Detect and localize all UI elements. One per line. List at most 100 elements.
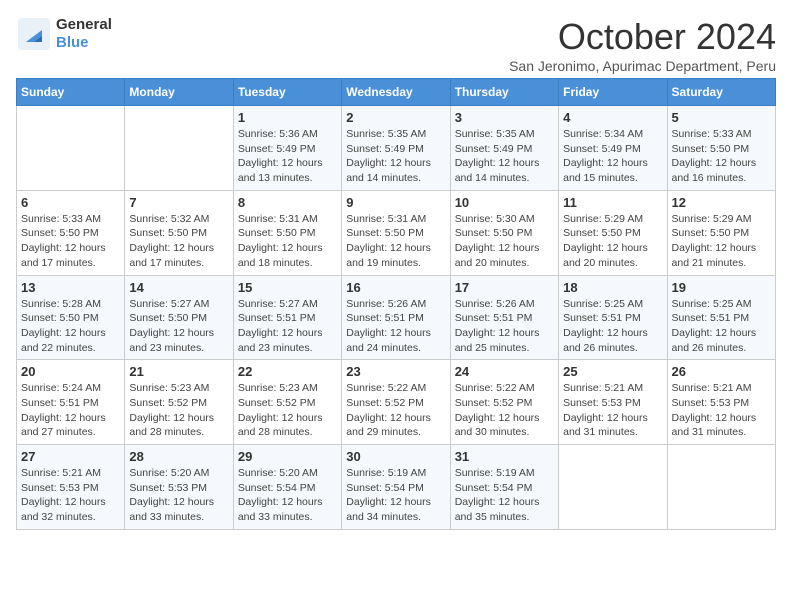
calendar-week-row: 13 Sunrise: 5:28 AMSunset: 5:50 PMDayligh… xyxy=(17,275,776,360)
calendar-cell: 14 Sunrise: 5:27 AMSunset: 5:50 PMDayligh… xyxy=(125,275,233,360)
logo-icon xyxy=(16,16,52,52)
weekday-header: Wednesday xyxy=(342,79,450,106)
logo: General Blue xyxy=(16,16,112,52)
day-info: Sunrise: 5:22 AMSunset: 5:52 PMDaylight:… xyxy=(455,381,554,440)
day-info: Sunrise: 5:27 AMSunset: 5:51 PMDaylight:… xyxy=(238,297,337,356)
calendar-table: SundayMondayTuesdayWednesdayThursdayFrid… xyxy=(16,78,776,530)
day-number: 11 xyxy=(563,195,662,210)
day-info: Sunrise: 5:21 AMSunset: 5:53 PMDaylight:… xyxy=(672,381,771,440)
day-number: 26 xyxy=(672,364,771,379)
calendar-cell: 3 Sunrise: 5:35 AMSunset: 5:49 PMDaylight… xyxy=(450,106,558,191)
day-number: 19 xyxy=(672,280,771,295)
day-number: 30 xyxy=(346,449,445,464)
day-number: 18 xyxy=(563,280,662,295)
weekday-header: Thursday xyxy=(450,79,558,106)
calendar-cell: 26 Sunrise: 5:21 AMSunset: 5:53 PMDayligh… xyxy=(667,360,775,445)
weekday-header: Friday xyxy=(559,79,667,106)
day-info: Sunrise: 5:34 AMSunset: 5:49 PMDaylight:… xyxy=(563,127,662,186)
day-info: Sunrise: 5:33 AMSunset: 5:50 PMDaylight:… xyxy=(21,212,120,271)
day-info: Sunrise: 5:35 AMSunset: 5:49 PMDaylight:… xyxy=(455,127,554,186)
weekday-header-row: SundayMondayTuesdayWednesdayThursdayFrid… xyxy=(17,79,776,106)
calendar-cell: 29Sunrise: 5:20 AMSunset: 5:54 PMDayligh… xyxy=(233,445,341,530)
day-number: 12 xyxy=(672,195,771,210)
weekday-header: Monday xyxy=(125,79,233,106)
day-info: Sunrise: 5:22 AMSunset: 5:52 PMDaylight:… xyxy=(346,381,445,440)
day-number: 17 xyxy=(455,280,554,295)
day-info: Sunrise: 5:26 AMSunset: 5:51 PMDaylight:… xyxy=(346,297,445,356)
day-number: 25 xyxy=(563,364,662,379)
calendar-cell: 9 Sunrise: 5:31 AMSunset: 5:50 PMDaylight… xyxy=(342,190,450,275)
calendar-cell: 28 Sunrise: 5:20 AMSunset: 5:53 PMDayligh… xyxy=(125,445,233,530)
calendar-cell: 22 Sunrise: 5:23 AMSunset: 5:52 PMDayligh… xyxy=(233,360,341,445)
calendar-cell: 11Sunrise: 5:29 AMSunset: 5:50 PMDayligh… xyxy=(559,190,667,275)
day-number: 1 xyxy=(238,110,337,125)
calendar-cell: 20Sunrise: 5:24 AMSunset: 5:51 PMDayligh… xyxy=(17,360,125,445)
day-info: Sunrise: 5:32 AMSunset: 5:50 PMDaylight:… xyxy=(129,212,228,271)
calendar-week-row: 6 Sunrise: 5:33 AMSunset: 5:50 PMDaylight… xyxy=(17,190,776,275)
day-info: Sunrise: 5:23 AMSunset: 5:52 PMDaylight:… xyxy=(238,381,337,440)
day-number: 22 xyxy=(238,364,337,379)
calendar-cell: 31 Sunrise: 5:19 AMSunset: 5:54 PMDayligh… xyxy=(450,445,558,530)
day-info: Sunrise: 5:20 AMSunset: 5:53 PMDaylight:… xyxy=(129,466,228,525)
calendar-cell: 24Sunrise: 5:22 AMSunset: 5:52 PMDayligh… xyxy=(450,360,558,445)
day-info: Sunrise: 5:25 AMSunset: 5:51 PMDaylight:… xyxy=(563,297,662,356)
day-info: Sunrise: 5:36 AMSunset: 5:49 PMDaylight:… xyxy=(238,127,337,186)
calendar-cell: 19Sunrise: 5:25 AMSunset: 5:51 PMDayligh… xyxy=(667,275,775,360)
day-number: 8 xyxy=(238,195,337,210)
calendar-cell xyxy=(17,106,125,191)
calendar-cell: 4 Sunrise: 5:34 AMSunset: 5:49 PMDaylight… xyxy=(559,106,667,191)
day-number: 10 xyxy=(455,195,554,210)
day-number: 5 xyxy=(672,110,771,125)
calendar-cell: 30 Sunrise: 5:19 AMSunset: 5:54 PMDayligh… xyxy=(342,445,450,530)
day-number: 6 xyxy=(21,195,120,210)
weekday-header: Tuesday xyxy=(233,79,341,106)
weekday-header: Sunday xyxy=(17,79,125,106)
logo-blue-text: Blue xyxy=(56,34,89,51)
day-info: Sunrise: 5:31 AMSunset: 5:50 PMDaylight:… xyxy=(238,212,337,271)
day-info: Sunrise: 5:31 AMSunset: 5:50 PMDaylight:… xyxy=(346,212,445,271)
day-number: 23 xyxy=(346,364,445,379)
calendar-cell: 25 Sunrise: 5:21 AMSunset: 5:53 PMDayligh… xyxy=(559,360,667,445)
day-info: Sunrise: 5:33 AMSunset: 5:50 PMDaylight:… xyxy=(672,127,771,186)
calendar-cell xyxy=(667,445,775,530)
calendar-cell: 27 Sunrise: 5:21 AMSunset: 5:53 PMDayligh… xyxy=(17,445,125,530)
day-number: 14 xyxy=(129,280,228,295)
calendar-cell: 15 Sunrise: 5:27 AMSunset: 5:51 PMDayligh… xyxy=(233,275,341,360)
calendar-cell: 12 Sunrise: 5:29 AMSunset: 5:50 PMDayligh… xyxy=(667,190,775,275)
day-number: 13 xyxy=(21,280,120,295)
calendar-cell xyxy=(125,106,233,191)
weekday-header: Saturday xyxy=(667,79,775,106)
calendar-cell: 5 Sunrise: 5:33 AMSunset: 5:50 PMDaylight… xyxy=(667,106,775,191)
calendar-week-row: 27 Sunrise: 5:21 AMSunset: 5:53 PMDayligh… xyxy=(17,445,776,530)
day-info: Sunrise: 5:26 AMSunset: 5:51 PMDaylight:… xyxy=(455,297,554,356)
calendar-cell: 16 Sunrise: 5:26 AMSunset: 5:51 PMDayligh… xyxy=(342,275,450,360)
day-number: 27 xyxy=(21,449,120,464)
day-info: Sunrise: 5:27 AMSunset: 5:50 PMDaylight:… xyxy=(129,297,228,356)
day-info: Sunrise: 5:21 AMSunset: 5:53 PMDaylight:… xyxy=(563,381,662,440)
day-info: Sunrise: 5:24 AMSunset: 5:51 PMDaylight:… xyxy=(21,381,120,440)
day-number: 29 xyxy=(238,449,337,464)
calendar-cell: 7 Sunrise: 5:32 AMSunset: 5:50 PMDaylight… xyxy=(125,190,233,275)
day-number: 4 xyxy=(563,110,662,125)
day-info: Sunrise: 5:29 AMSunset: 5:50 PMDaylight:… xyxy=(672,212,771,271)
calendar-cell: 10 Sunrise: 5:30 AMSunset: 5:50 PMDayligh… xyxy=(450,190,558,275)
day-number: 3 xyxy=(455,110,554,125)
day-number: 28 xyxy=(129,449,228,464)
day-number: 15 xyxy=(238,280,337,295)
day-info: Sunrise: 5:35 AMSunset: 5:49 PMDaylight:… xyxy=(346,127,445,186)
logo-general-text: General xyxy=(56,16,112,33)
calendar-cell: 1 Sunrise: 5:36 AMSunset: 5:49 PMDaylight… xyxy=(233,106,341,191)
day-number: 7 xyxy=(129,195,228,210)
calendar-cell xyxy=(559,445,667,530)
day-info: Sunrise: 5:28 AMSunset: 5:50 PMDaylight:… xyxy=(21,297,120,356)
day-info: Sunrise: 5:30 AMSunset: 5:50 PMDaylight:… xyxy=(455,212,554,271)
day-number: 31 xyxy=(455,449,554,464)
day-info: Sunrise: 5:19 AMSunset: 5:54 PMDaylight:… xyxy=(455,466,554,525)
day-number: 16 xyxy=(346,280,445,295)
calendar-cell: 18 Sunrise: 5:25 AMSunset: 5:51 PMDayligh… xyxy=(559,275,667,360)
location-subtitle: San Jeronimo, Apurimac Department, Peru xyxy=(509,58,776,74)
calendar-cell: 23 Sunrise: 5:22 AMSunset: 5:52 PMDayligh… xyxy=(342,360,450,445)
day-info: Sunrise: 5:19 AMSunset: 5:54 PMDaylight:… xyxy=(346,466,445,525)
day-number: 9 xyxy=(346,195,445,210)
day-info: Sunrise: 5:21 AMSunset: 5:53 PMDaylight:… xyxy=(21,466,120,525)
